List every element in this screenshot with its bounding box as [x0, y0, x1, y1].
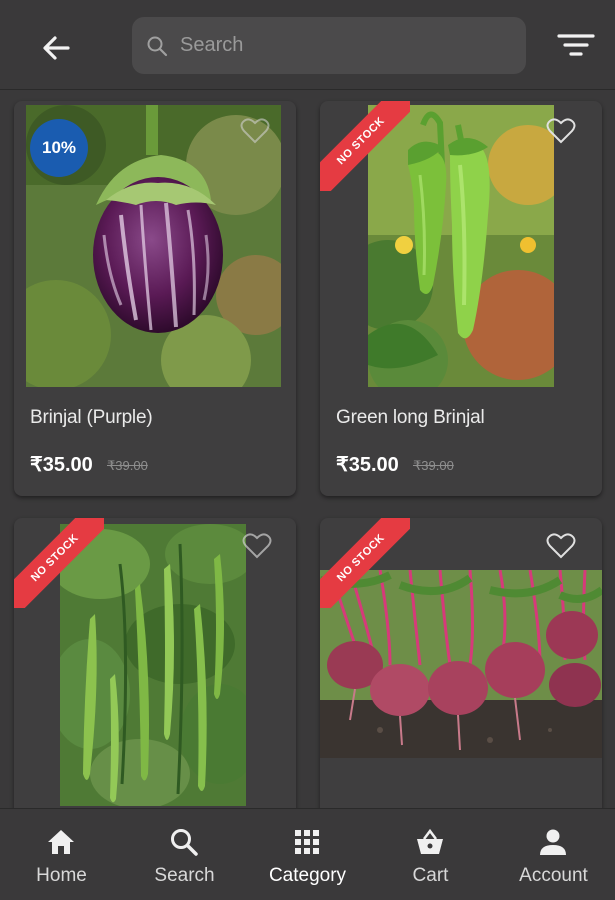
product-card[interactable]: NO STOCK: [14, 518, 296, 808]
nav-home[interactable]: Home: [0, 809, 123, 900]
person-icon: [540, 829, 566, 855]
heart-icon[interactable]: [240, 117, 270, 145]
filter-button[interactable]: [556, 30, 596, 62]
app-header: [0, 0, 615, 90]
product-name[interactable]: Green long Brinjal: [336, 407, 485, 429]
product-name[interactable]: Brinjal (Purple): [30, 407, 153, 429]
search-icon: [171, 829, 198, 856]
product-card[interactable]: 10% Brinjal (Purple) ₹35.00 ₹39.00: [14, 101, 296, 496]
product-grid: 10% Brinjal (Purple) ₹35.00 ₹39.00 NO ST…: [0, 91, 615, 808]
heart-icon[interactable]: [546, 117, 576, 145]
product-card[interactable]: NO STOCK: [320, 518, 602, 808]
no-stock-ribbon: NO STOCK: [320, 518, 410, 608]
no-stock-label: NO STOCK: [320, 518, 410, 608]
nav-category[interactable]: Category: [246, 809, 369, 900]
discount-badge: 10%: [30, 119, 88, 177]
product-old-price: ₹39.00: [107, 458, 148, 473]
heart-icon[interactable]: [242, 532, 272, 560]
search-input[interactable]: [180, 17, 510, 74]
basket-icon: [417, 828, 443, 854]
nav-account-label: Account: [519, 865, 588, 886]
grid-icon: [295, 830, 319, 854]
product-price: ₹35.00: [30, 454, 93, 476]
search-bar[interactable]: [132, 17, 526, 74]
product-price: ₹35.00: [336, 454, 399, 476]
nav-category-label: Category: [268, 865, 347, 886]
product-old-price: ₹39.00: [413, 458, 454, 473]
nav-cart-label: Cart: [412, 865, 449, 886]
product-card[interactable]: NO STOCK Green long Brinjal ₹35.00 ₹39.0…: [320, 101, 602, 496]
back-button[interactable]: [38, 30, 74, 66]
nav-account[interactable]: Account: [492, 809, 615, 900]
nav-cart[interactable]: Cart: [369, 809, 492, 900]
no-stock-label: NO STOCK: [14, 518, 104, 608]
nav-search[interactable]: Search: [123, 809, 246, 900]
no-stock-ribbon: NO STOCK: [14, 518, 104, 608]
no-stock-label: NO STOCK: [320, 101, 410, 191]
search-icon: [147, 36, 168, 57]
nav-search-label: Search: [154, 865, 215, 886]
bottom-navigation: Home Search Category Cart Account: [0, 808, 615, 900]
filter-icon: [557, 34, 595, 56]
nav-home-label: Home: [36, 865, 87, 886]
home-icon: [48, 830, 74, 854]
heart-icon[interactable]: [546, 532, 576, 560]
no-stock-ribbon: NO STOCK: [320, 101, 410, 191]
arrow-left-icon: [43, 36, 70, 60]
